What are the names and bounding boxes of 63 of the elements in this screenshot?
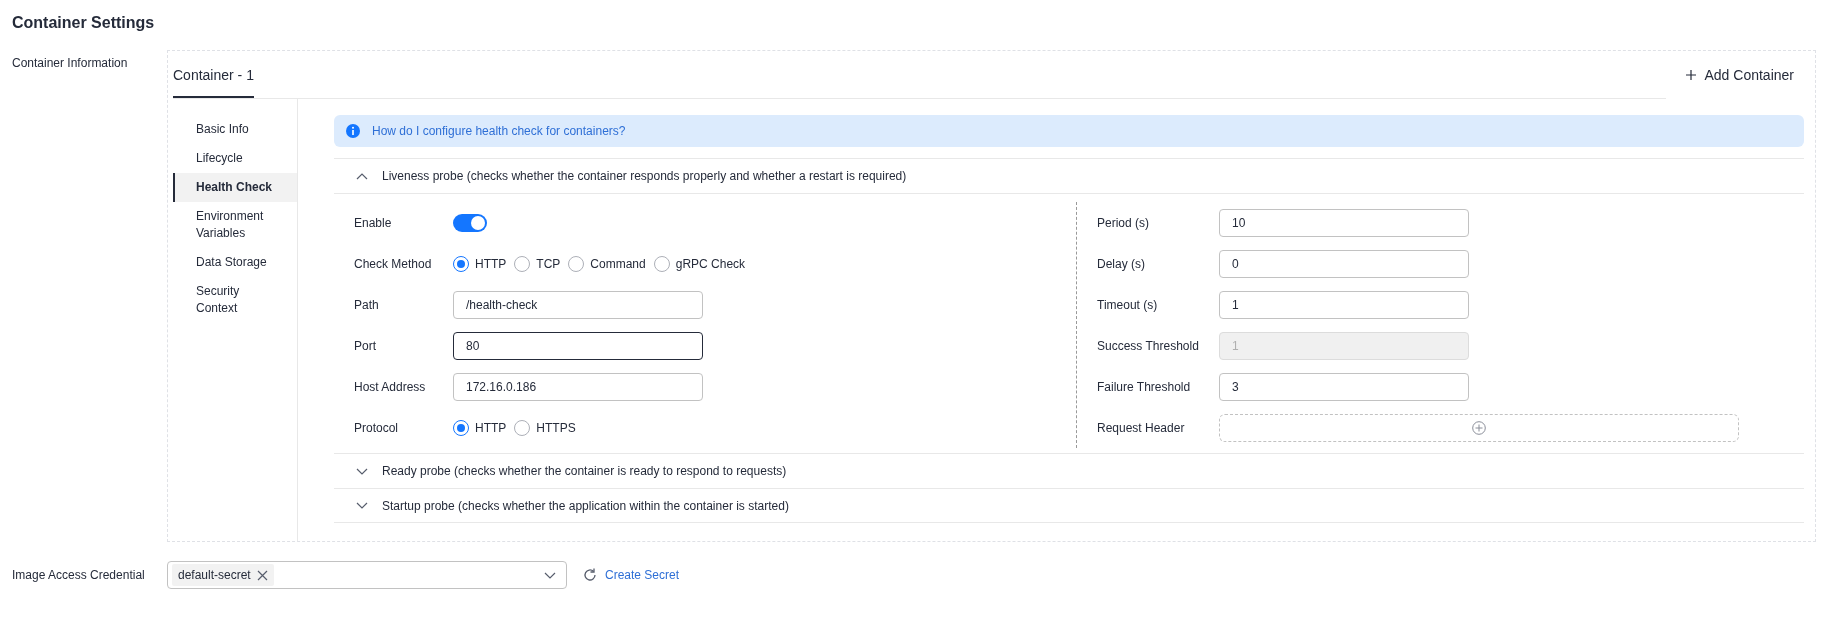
credential-select[interactable]: default-secret xyxy=(167,561,567,589)
radio-option[interactable]: TCP xyxy=(514,254,561,273)
radio-label: HTTP xyxy=(475,255,507,273)
probe-title: Ready probe (checks whether the container is ready to respond to requests) xyxy=(382,463,787,480)
field-label: Check Method xyxy=(354,256,432,271)
close-icon xyxy=(256,569,268,581)
refresh-button[interactable] xyxy=(583,568,597,582)
side-nav-item[interactable]: Data Storage xyxy=(173,248,297,277)
field-label: Port xyxy=(354,338,376,353)
info-icon xyxy=(346,124,360,138)
field-label: Protocol xyxy=(354,420,399,435)
field-label: Path xyxy=(354,297,379,312)
field-label: Failure Threshold xyxy=(1097,379,1191,394)
add-circle-icon xyxy=(1472,420,1486,435)
toggle-switch[interactable] xyxy=(453,213,487,232)
side-nav-item[interactable]: Basic Info xyxy=(173,115,297,144)
plus-icon xyxy=(1686,70,1697,80)
field-label: Request Header xyxy=(1097,420,1185,435)
chevron-icon xyxy=(356,172,368,180)
section-label: Container Information xyxy=(12,56,128,70)
create-secret-link[interactable]: Create Secret xyxy=(605,566,680,584)
probe-title: Startup probe (checks whether the application within the container is started) xyxy=(382,497,789,515)
text-field[interactable]: 3 xyxy=(1219,372,1469,401)
field-label: Host Address xyxy=(354,379,426,394)
radio-option[interactable]: HTTP xyxy=(453,418,507,437)
radio-option[interactable]: Command xyxy=(568,254,646,273)
field-label: Enable xyxy=(354,215,392,230)
container-tab[interactable]: Container - 1 xyxy=(173,54,254,98)
text-field[interactable]: 172.16.0.186 xyxy=(453,372,703,401)
field-label: Success Threshold xyxy=(1097,338,1199,353)
field-label: Image Access Credential xyxy=(12,568,145,582)
side-nav-item[interactable]: Health Check xyxy=(173,173,297,202)
remove-tag-button[interactable] xyxy=(256,569,268,581)
page-title: Container Settings xyxy=(12,13,156,33)
radio-option[interactable]: gRPC Check xyxy=(653,254,746,273)
chevron-icon xyxy=(356,502,368,509)
chevron-icon xyxy=(356,467,368,475)
radio-option[interactable]: HTTP xyxy=(453,254,507,273)
field-label: Delay (s) xyxy=(1097,256,1145,271)
field-label: Period (s) xyxy=(1097,215,1149,230)
text-field[interactable]: 1 xyxy=(1219,290,1469,319)
radio-label: HTTP xyxy=(475,419,507,437)
probe-header[interactable]: Startup probe (checks whether the application within the container is started) xyxy=(334,488,1804,523)
probe-title: Liveness probe (checks whether the container responds properly and whether a restart is required) xyxy=(382,168,907,185)
text-field[interactable]: 10 xyxy=(1219,208,1469,237)
side-nav-item[interactable]: Lifecycle xyxy=(173,144,297,173)
probe-header[interactable]: Liveness probe (checks whether the container responds properly and whether a restart is required) xyxy=(334,158,1804,193)
dropdown-caret-icon xyxy=(544,571,556,579)
help-link[interactable]: How do I configure health check for containers? xyxy=(372,122,626,140)
tag-label: default-secret xyxy=(178,567,251,584)
text-field[interactable]: 0 xyxy=(1219,249,1469,278)
text-field[interactable]: /health-check xyxy=(453,290,703,319)
refresh-icon xyxy=(583,568,597,582)
text-field[interactable]: 80 xyxy=(453,331,703,360)
radio-label: HTTPS xyxy=(536,419,576,437)
radio-label: TCP xyxy=(536,255,561,273)
radio-option[interactable]: HTTPS xyxy=(514,418,576,437)
probe-header[interactable]: Ready probe (checks whether the container is ready to respond to requests) xyxy=(334,453,1804,488)
field-label: Timeout (s) xyxy=(1097,297,1158,312)
side-nav-item[interactable]: Security Context xyxy=(173,277,297,323)
radio-label: gRPC Check xyxy=(675,255,746,273)
side-nav-item[interactable]: Environment Variables xyxy=(173,202,297,248)
radio-label: Command xyxy=(590,255,646,273)
